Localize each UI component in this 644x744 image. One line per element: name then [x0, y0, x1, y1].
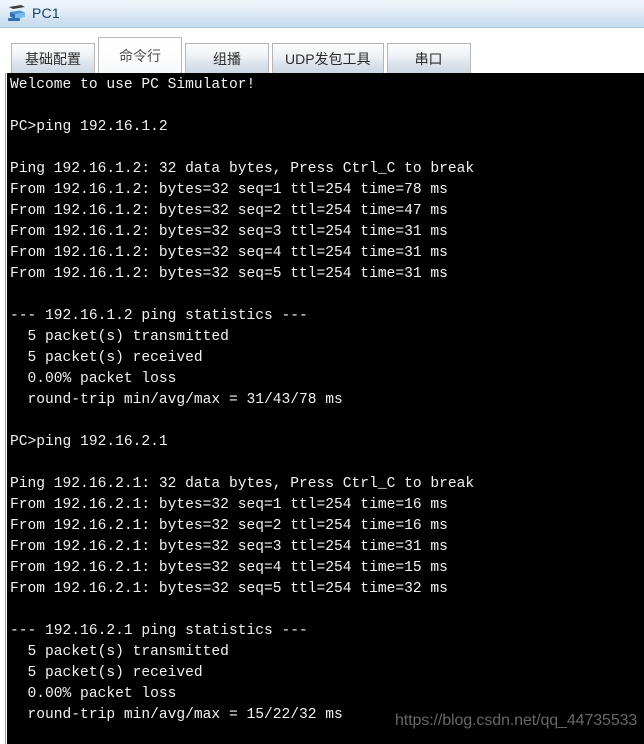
- tab-label: 命令行: [119, 47, 161, 64]
- tab-command-line[interactable]: 命令行: [98, 37, 182, 73]
- tab-serial-port[interactable]: 串口: [386, 43, 471, 73]
- pc-simulator-window: PC1 基础配置 命令行 组播 UDP发包工具 串口 Welcome to us…: [0, 0, 644, 744]
- terminal-line: 0.00% packet loss: [10, 686, 177, 702]
- tab-list: 基础配置 命令行 组播 UDP发包工具 串口: [11, 37, 474, 73]
- terminal-line: 5 packet(s) transmitted: [10, 644, 229, 660]
- terminal-output: Welcome to use PC Simulator! PC>ping 192.…: [10, 75, 644, 726]
- terminal-left-gutter: [0, 73, 6, 744]
- terminal-line: From 192.16.2.1: bytes=32 seq=3 ttl=254 …: [10, 539, 448, 555]
- terminal-line: Ping 192.16.1.2: 32 data bytes, Press Ct…: [10, 161, 475, 177]
- tab-udp-tool[interactable]: UDP发包工具: [272, 43, 384, 73]
- terminal-line: From 192.16.1.2: bytes=32 seq=2 ttl=254 …: [10, 203, 448, 219]
- terminal-line: PC>ping 192.16.2.1: [10, 434, 168, 450]
- terminal-line: From 192.16.1.2: bytes=32 seq=5 ttl=254 …: [10, 266, 448, 282]
- terminal-line: PC>ping 192.16.1.2: [10, 119, 168, 135]
- tab-label: UDP发包工具: [285, 50, 371, 67]
- terminal-line: From 192.16.2.1: bytes=32 seq=1 ttl=254 …: [10, 497, 448, 513]
- tab-multicast[interactable]: 组播: [185, 43, 269, 73]
- tab-strip: 基础配置 命令行 组播 UDP发包工具 串口: [0, 28, 644, 73]
- terminal-line: 5 packet(s) received: [10, 665, 203, 681]
- terminal-line: From 192.16.2.1: bytes=32 seq=5 ttl=254 …: [10, 581, 448, 597]
- terminal-line: round-trip min/avg/max = 31/43/78 ms: [10, 392, 343, 408]
- pc-device-icon: [6, 3, 28, 25]
- terminal-line: --- 192.16.1.2 ping statistics ---: [10, 308, 308, 324]
- tab-label: 基础配置: [25, 50, 81, 67]
- tab-basic-config[interactable]: 基础配置: [11, 43, 95, 73]
- window-title: PC1: [32, 5, 60, 21]
- terminal-line: From 192.16.1.2: bytes=32 seq=4 ttl=254 …: [10, 245, 448, 261]
- tab-label: 组播: [213, 50, 241, 67]
- terminal-line: From 192.16.1.2: bytes=32 seq=3 ttl=254 …: [10, 224, 448, 240]
- tab-label: 串口: [414, 50, 443, 67]
- terminal-line: From 192.16.2.1: bytes=32 seq=2 ttl=254 …: [10, 518, 448, 534]
- terminal-line: 5 packet(s) transmitted: [10, 329, 229, 345]
- terminal-line: From 192.16.1.2: bytes=32 seq=1 ttl=254 …: [10, 182, 448, 198]
- terminal-line: 5 packet(s) received: [10, 350, 203, 366]
- terminal-line: From 192.16.2.1: bytes=32 seq=4 ttl=254 …: [10, 560, 448, 576]
- terminal-line: Ping 192.16.2.1: 32 data bytes, Press Ct…: [10, 476, 475, 492]
- terminal-console[interactable]: Welcome to use PC Simulator! PC>ping 192.…: [7, 73, 644, 744]
- terminal-line: --- 192.16.2.1 ping statistics ---: [10, 623, 308, 639]
- terminal-line: Welcome to use PC Simulator!: [10, 77, 256, 93]
- terminal-line: round-trip min/avg/max = 15/22/32 ms: [10, 707, 343, 723]
- window-titlebar: PC1: [0, 0, 644, 28]
- command-line-panel: Welcome to use PC Simulator! PC>ping 192.…: [0, 73, 644, 744]
- terminal-line: 0.00% packet loss: [10, 371, 177, 387]
